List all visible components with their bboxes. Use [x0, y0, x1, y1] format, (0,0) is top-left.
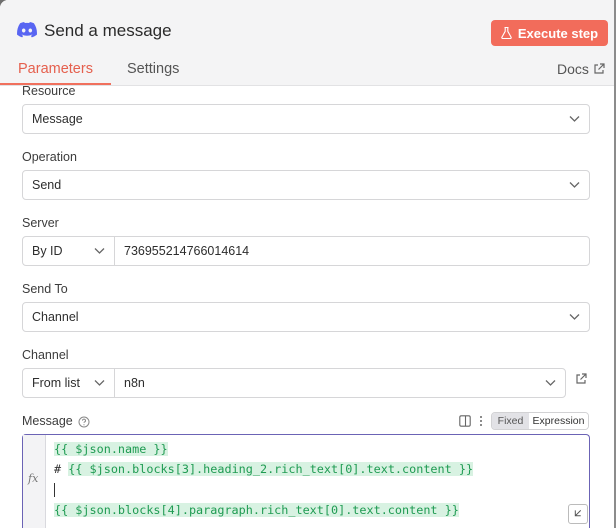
- channel-select[interactable]: n8n: [114, 368, 566, 398]
- expression-token: {{ $json.blocks[3].heading_2.rich_text[0…: [68, 462, 474, 476]
- code-line: {{ $json.name }}: [54, 442, 168, 456]
- docs-label: Docs: [557, 61, 589, 77]
- server-id-value: 736955214766014614: [124, 244, 250, 258]
- server-label: Server: [22, 216, 59, 230]
- resize-icon: [574, 510, 582, 517]
- server-id-input[interactable]: 736955214766014614: [114, 236, 590, 266]
- expression-token: {{ $json.blocks[4].paragraph.rich_text[0…: [54, 503, 459, 517]
- channel-mode-value: From list: [32, 376, 80, 390]
- chevron-down-icon: [569, 116, 580, 122]
- expression-token: {{ $json.name }}: [54, 442, 168, 456]
- resource-select[interactable]: Message: [22, 104, 590, 134]
- kebab-icon[interactable]: [478, 415, 484, 427]
- node-title: Send a message: [44, 21, 172, 40]
- parameters-form: Resource Message Operation Send Server B…: [0, 84, 614, 528]
- expand-editor-button[interactable]: [568, 504, 588, 524]
- server-mode-select[interactable]: By ID: [22, 236, 115, 266]
- server-mode-value: By ID: [32, 244, 63, 258]
- chevron-down-icon: [94, 380, 105, 386]
- discord-icon: [17, 22, 37, 38]
- message-expression-editor[interactable]: fx {{ $json.name }} # {{ $json.blocks[3]…: [22, 434, 590, 528]
- tab-parameters[interactable]: Parameters: [18, 61, 93, 77]
- tab-settings[interactable]: Settings: [127, 61, 179, 77]
- mode-fixed-option[interactable]: Fixed: [492, 413, 529, 429]
- operation-label: Operation: [22, 150, 77, 164]
- node-panel: Send a message Execute step Parameters S…: [0, 0, 614, 528]
- mode-expression-option[interactable]: Expression: [529, 413, 588, 429]
- fixed-expression-toggle: Fixed Expression: [491, 412, 589, 430]
- execute-step-button[interactable]: Execute step: [491, 20, 608, 46]
- external-link-icon: [594, 63, 605, 74]
- send-to-value: Channel: [32, 310, 79, 324]
- external-link-icon[interactable]: [575, 373, 587, 385]
- channel-value: n8n: [124, 376, 145, 390]
- docs-link[interactable]: Docs: [557, 61, 605, 77]
- execute-step-label: Execute step: [517, 25, 599, 41]
- panel-header: Send a message Execute step Parameters S…: [0, 0, 614, 86]
- code-line: # {{ $json.blocks[3].heading_2.rich_text…: [54, 462, 474, 476]
- fx-gutter: fx: [23, 435, 46, 528]
- channel-label: Channel: [22, 348, 69, 362]
- resource-value: Message: [32, 112, 83, 126]
- chevron-down-icon: [94, 248, 105, 254]
- resource-label: Resource: [22, 84, 76, 98]
- operation-value: Send: [32, 178, 62, 192]
- channel-mode-select[interactable]: From list: [22, 368, 115, 398]
- fx-icon: fx: [28, 472, 39, 485]
- text-caret: [54, 483, 55, 497]
- code-line: {{ $json.blocks[4].paragraph.rich_text[0…: [54, 503, 459, 517]
- message-label: Message: [22, 414, 73, 428]
- help-icon[interactable]: [78, 416, 90, 428]
- operation-select[interactable]: Send: [22, 170, 590, 200]
- send-to-select[interactable]: Channel: [22, 302, 590, 332]
- code-line-prefix: #: [54, 462, 69, 476]
- chevron-down-icon: [569, 314, 580, 320]
- flask-icon: [501, 27, 512, 39]
- chevron-down-icon: [545, 380, 556, 386]
- chevron-down-icon: [569, 182, 580, 188]
- send-to-label: Send To: [22, 282, 68, 296]
- panel-toggle-icon[interactable]: [459, 415, 471, 427]
